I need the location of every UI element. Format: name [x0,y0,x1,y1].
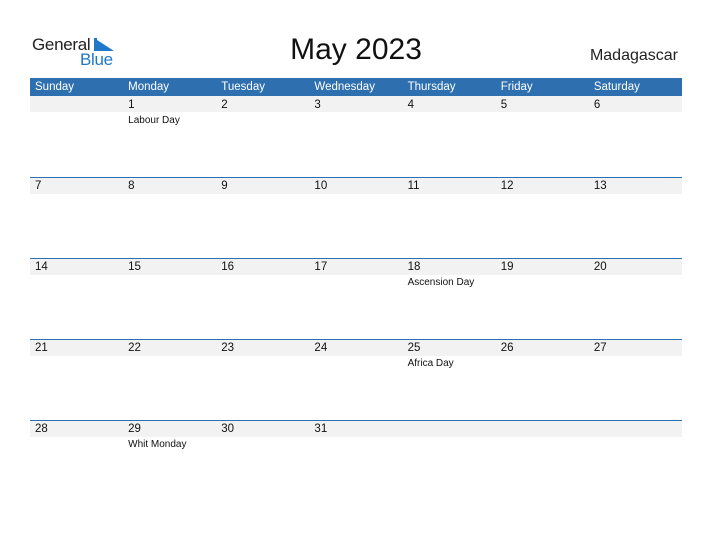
day-number: 9 [221,180,228,192]
weekday-header: Sunday Monday Tuesday Wednesday Thursday… [30,78,682,96]
day-cell: 16 [216,258,309,339]
day-number: 17 [314,261,328,273]
day-cell: 3 [309,96,402,177]
day-number: 16 [221,261,235,273]
day-number: 20 [593,261,607,273]
holiday-label: Africa Day [407,358,454,369]
holiday-label: Labour Day [128,115,180,126]
day-cell: 23 [216,339,309,420]
day-cell: 12 [496,177,589,258]
day-number: 26 [500,342,514,354]
day-number: 8 [128,180,135,192]
week-row: 28 29 Whit Monday 30 31 [30,420,682,501]
week-row: 7 8 9 10 11 12 13 [30,177,682,258]
day-cell: 6 [589,96,682,177]
day-cell: 22 [123,339,216,420]
day-number: 7 [35,180,42,192]
day-number: 14 [35,261,48,273]
day-cell: 9 [216,177,309,258]
day-cell [403,420,496,501]
day-number: 10 [314,180,328,192]
day-cell: 2 [216,96,309,177]
day-number: 25 [407,342,421,354]
day-number: 21 [35,342,48,354]
day-cell: 28 [30,420,123,501]
day-number: 12 [500,180,514,192]
day-cell: 7 [30,177,123,258]
day-cell: 29 Whit Monday [123,420,216,501]
weekday-thursday: Thursday [407,81,456,93]
day-cell: 4 [403,96,496,177]
day-number: 11 [407,180,420,192]
holiday-label: Whit Monday [128,439,187,450]
day-number: 4 [407,99,414,111]
weekday-sunday: Sunday [35,81,75,93]
weekday-wednesday: Wednesday [314,81,375,93]
day-cell: 25 Africa Day [403,339,496,420]
weekday-tuesday: Tuesday [221,81,265,93]
day-number: 2 [221,99,228,111]
day-cell: 15 [123,258,216,339]
day-cell: 10 [309,177,402,258]
weekday-saturday: Saturday [593,81,640,93]
week-row: 21 22 23 24 25 Africa Day 26 27 [30,339,682,420]
day-cell: 17 [309,258,402,339]
day-cell: 11 [403,177,496,258]
day-cell: 21 [30,339,123,420]
day-number: 24 [314,342,328,354]
country-name: Madagascar [589,47,678,64]
day-number: 31 [314,423,328,435]
day-cell: 13 [589,177,682,258]
holiday-label: Ascension Day [407,277,475,288]
day-number: 30 [221,423,235,435]
day-number: 23 [221,342,235,354]
day-cell: 26 [496,339,589,420]
day-number: 19 [500,261,514,273]
day-cell: 24 [309,339,402,420]
day-cell [589,420,682,501]
day-number: 13 [593,180,607,192]
weekday-monday: Monday [128,81,170,93]
day-cell [496,420,589,501]
week-row: 14 15 16 17 18 Ascension Day 19 20 [30,258,682,339]
day-number: 1 [128,99,135,111]
day-number: 27 [593,342,607,354]
week-row: 1 Labour Day 2 3 4 5 6 [30,96,682,177]
day-cell: 19 [496,258,589,339]
weekday-friday: Friday [500,81,533,93]
day-number: 29 [128,423,141,435]
day-cell: 30 [216,420,309,501]
day-number: 5 [500,99,508,111]
day-cell [30,96,123,177]
day-cell: 8 [123,177,216,258]
day-number: 6 [593,99,601,111]
day-cell: 18 Ascension Day [403,258,496,339]
day-cell: 1 Labour Day [123,96,216,177]
day-cell: 31 [309,420,402,501]
day-cell: 14 [30,258,123,339]
day-cell: 5 [496,96,589,177]
day-number: 28 [35,423,48,435]
day-number: 22 [128,342,141,354]
day-cell: 27 [589,339,682,420]
day-cell: 20 [589,258,682,339]
day-number: 15 [128,261,141,273]
day-number: 18 [407,261,421,273]
day-number: 3 [314,99,321,111]
